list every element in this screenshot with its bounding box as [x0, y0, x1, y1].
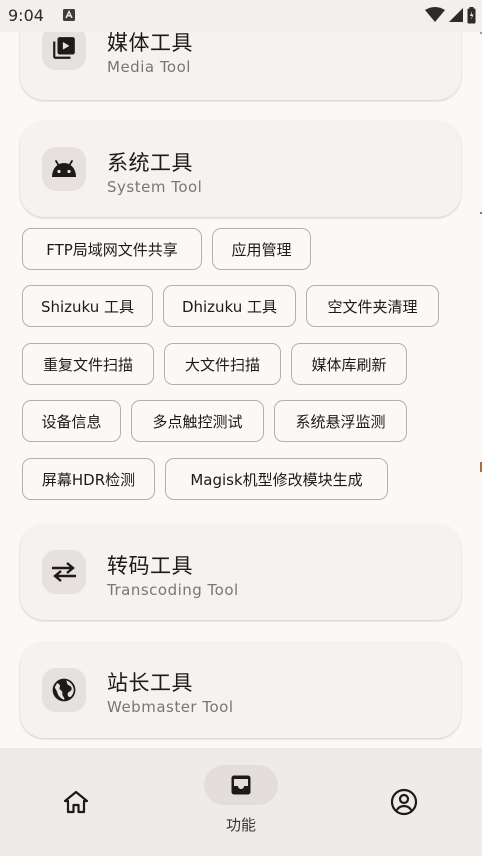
chip-large-file-scan[interactable]: 大文件扫描 — [164, 343, 281, 385]
media-tool-card[interactable]: 媒体工具 Media Tool — [20, 32, 461, 100]
chip-system-overlay-monitor[interactable]: 系统悬浮监测 — [274, 400, 407, 442]
transcoding-tool-title: 转码工具 — [107, 554, 193, 578]
chip-multitouch-test[interactable]: 多点触控测试 — [131, 400, 264, 442]
chip-empty-folder-cleanup[interactable]: 空文件夹清理 — [306, 285, 439, 327]
chip-media-library-refresh[interactable]: 媒体库刷新 — [291, 343, 407, 385]
webmaster-tool-title: 站长工具 — [107, 671, 193, 695]
status-indicators — [425, 6, 476, 24]
system-tool-title: 系统工具 — [107, 151, 193, 175]
system-tool-icon-box — [42, 147, 86, 191]
chip-app-management[interactable]: 应用管理 — [212, 228, 311, 270]
battery-icon — [467, 6, 476, 23]
webmaster-tool-icon-box — [42, 668, 86, 712]
android-icon — [52, 160, 76, 177]
nav-functions-label[interactable]: 功能 — [204, 814, 278, 835]
transcoding-tool-icon-box — [42, 550, 86, 594]
chip-magisk-model-module[interactable]: Magisk机型修改模块生成 — [165, 458, 388, 500]
signal-icon — [449, 8, 463, 22]
tools-list[interactable]: 媒体工具 Media Tool 系统工具 System Tool FTP局域网文… — [0, 32, 482, 748]
notification-icon — [63, 9, 75, 21]
chip-screen-hdr-detect[interactable]: 屏幕HDR检测 — [22, 458, 155, 500]
chip-shizuku-tool[interactable]: Shizuku 工具 — [22, 285, 153, 327]
status-bar: 9:04 — [0, 0, 482, 32]
media-tool-subtitle: Media Tool — [107, 58, 191, 76]
home-icon — [63, 790, 89, 814]
bottom-navigation: 功能 — [0, 748, 482, 856]
inbox-icon — [231, 775, 251, 795]
wifi-icon — [425, 7, 445, 22]
nav-account[interactable] — [384, 784, 424, 820]
webmaster-tool-subtitle: Webmaster Tool — [107, 698, 234, 716]
media-tool-title: 媒体工具 — [107, 32, 193, 55]
chip-duplicate-file-scan[interactable]: 重复文件扫描 — [22, 343, 154, 385]
chip-dhizuku-tool[interactable]: Dhizuku 工具 — [163, 285, 296, 327]
transcoding-tool-subtitle: Transcoding Tool — [107, 581, 239, 599]
nav-functions[interactable] — [204, 765, 278, 805]
status-time: 9:04 — [8, 6, 44, 25]
chip-device-info[interactable]: 设备信息 — [22, 400, 121, 442]
account-icon — [390, 788, 418, 816]
system-tool-subtitle: System Tool — [107, 178, 203, 196]
globe-icon — [52, 678, 76, 702]
system-tool-card[interactable]: 系统工具 System Tool — [20, 121, 461, 217]
transcoding-tool-card[interactable]: 转码工具 Transcoding Tool — [20, 524, 461, 620]
media-tool-icon-box — [42, 32, 86, 70]
swap-arrows-icon — [52, 562, 76, 582]
nav-home[interactable] — [56, 784, 96, 820]
play-library-icon — [53, 37, 75, 59]
webmaster-tool-card[interactable]: 站长工具 Webmaster Tool — [20, 642, 461, 738]
chip-ftp-share[interactable]: FTP局域网文件共享 — [22, 228, 202, 270]
